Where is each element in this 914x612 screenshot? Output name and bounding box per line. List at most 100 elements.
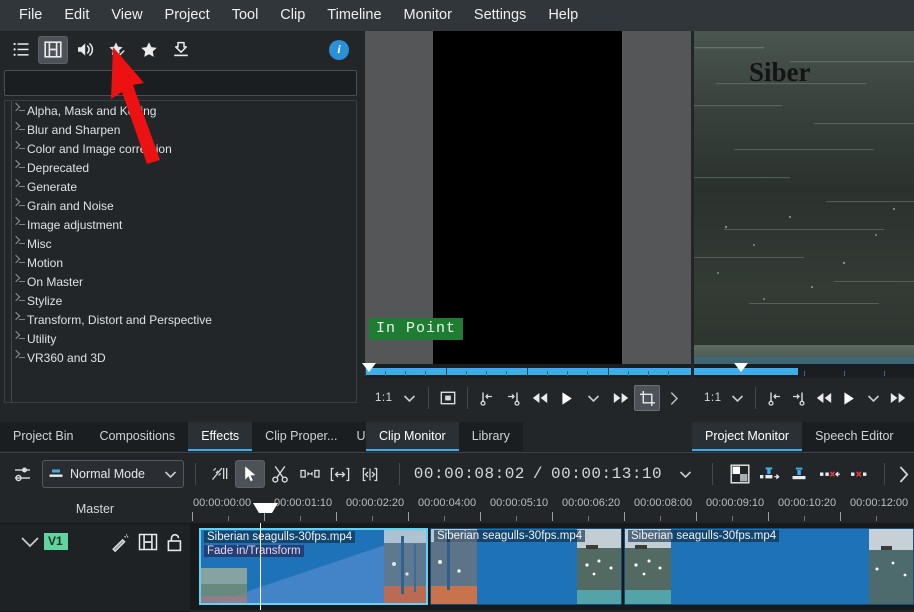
more-options-button[interactable]	[661, 385, 687, 411]
timeline-playhead-handle[interactable]	[253, 503, 278, 513]
chevron-right-icon[interactable]	[11, 272, 27, 291]
extract-zone-button[interactable]	[785, 460, 815, 488]
menu-item-timeline[interactable]: Timeline	[316, 0, 392, 31]
set-zone-out-button[interactable]	[501, 385, 527, 411]
tab-clip-properties[interactable]: Clip Proper...	[252, 422, 350, 451]
forward-button[interactable]	[886, 385, 910, 411]
chevron-right-icon[interactable]	[11, 120, 27, 139]
monitor-playhead[interactable]	[734, 363, 748, 372]
effect-category-grain-and-noise[interactable]: Grain and Noise	[5, 196, 356, 215]
menu-item-file[interactable]: File	[8, 0, 53, 31]
timeline-clip[interactable]: Siberian seagulls-30fps.mp4	[430, 528, 622, 605]
timeline-clip[interactable]: Siberian seagulls-30fps.mp4	[624, 528, 914, 605]
use-timeline-zone-button[interactable]	[205, 460, 235, 488]
master-track-label[interactable]: Master	[0, 495, 190, 524]
zoom-ratio-dropdown[interactable]	[726, 385, 750, 411]
menu-item-help[interactable]: Help	[537, 0, 589, 31]
play-button[interactable]	[837, 385, 861, 411]
project-monitor-zoom-ratio[interactable]: 1:1	[698, 392, 725, 404]
effects-search-input[interactable]	[5, 71, 356, 95]
timeline-position-timecode[interactable]: 00:00:08:02	[414, 465, 525, 483]
track-effects-wand-icon[interactable]	[110, 533, 130, 551]
chevron-right-icon[interactable]	[11, 196, 27, 215]
project-monitor-video[interactable]: Siber Siber	[694, 31, 914, 364]
chevron-right-icon[interactable]	[11, 139, 27, 158]
show-favorite-effects-button[interactable]	[134, 36, 164, 64]
tab-compositions[interactable]: Compositions	[86, 422, 188, 451]
chevron-right-icon[interactable]	[11, 310, 27, 329]
crop-tool-button[interactable]	[634, 385, 660, 411]
play-options-dropdown[interactable]	[581, 385, 607, 411]
play-button[interactable]	[554, 385, 580, 411]
tab-project-monitor[interactable]: Project Monitor	[692, 422, 802, 451]
effects-info-button[interactable]: i	[329, 40, 349, 60]
effect-category-misc[interactable]: Misc	[5, 234, 356, 253]
track-collapse-chevron-down-icon[interactable]	[18, 534, 42, 552]
chevron-right-icon[interactable]	[11, 348, 27, 367]
menu-item-clip[interactable]: Clip	[269, 0, 316, 31]
chevron-right-icon[interactable]	[11, 101, 27, 120]
set-zone-in-button[interactable]	[762, 385, 786, 411]
edit-mode-selector[interactable]: Normal Mode	[42, 460, 184, 488]
effect-category-on-master[interactable]: On Master	[5, 272, 356, 291]
effect-category-generate[interactable]: Generate	[5, 177, 356, 196]
ripple-tool-button[interactable]	[355, 460, 385, 488]
effect-category-blur-and-sharpen[interactable]: Blur and Sharpen	[5, 120, 356, 139]
effect-category-vr360-and-3d[interactable]: VR360 and 3D	[5, 348, 356, 367]
tab-speech-editor[interactable]: Speech Editor	[802, 422, 907, 451]
clip-monitor-zoom-ratio[interactable]: 1:1	[369, 392, 396, 404]
chevron-right-icon[interactable]	[11, 158, 27, 177]
chevron-right-icon[interactable]	[11, 234, 27, 253]
razor-tool-button[interactable]	[265, 460, 295, 488]
tab-effects[interactable]: Effects	[188, 422, 252, 451]
rewind-button[interactable]	[527, 385, 553, 411]
zoom-ratio-dropdown[interactable]	[397, 385, 423, 411]
effects-search-box[interactable]	[4, 70, 357, 96]
effect-category-image-adjustment[interactable]: Image adjustment	[5, 215, 356, 234]
spacer-tool-button[interactable]	[295, 460, 325, 488]
timeline-playhead[interactable]	[260, 523, 261, 610]
download-new-effects-button[interactable]	[166, 36, 196, 64]
selection-tool-button[interactable]	[235, 460, 265, 488]
show-custom-effects-button[interactable]	[102, 36, 132, 64]
toggle-mix-button[interactable]	[725, 460, 755, 488]
track-video-film-icon[interactable]	[138, 533, 158, 551]
set-zone-out-button[interactable]	[787, 385, 811, 411]
chevron-right-icon[interactable]	[11, 215, 27, 234]
tab-clip-monitor[interactable]: Clip Monitor	[366, 422, 459, 451]
effect-category-color-and-image-correction[interactable]: Color and Image correction	[5, 139, 356, 158]
slip-tool-button[interactable]	[325, 460, 355, 488]
menu-item-monitor[interactable]: Monitor	[393, 0, 463, 31]
insert-zone-button[interactable]	[755, 460, 785, 488]
forward-button[interactable]	[608, 385, 634, 411]
timeline-ruler[interactable]: 00:00:00:00 00:00:01:10 00:00:02:20 00:0…	[190, 495, 914, 524]
menu-item-project[interactable]: Project	[154, 0, 221, 31]
tab-undo-history[interactable]: U	[350, 422, 367, 451]
show-video-effects-button[interactable]	[38, 36, 68, 64]
track-header-v1[interactable]: V1	[0, 524, 190, 612]
chevron-right-icon[interactable]	[11, 253, 27, 272]
tab-project-bin[interactable]: Project Bin	[0, 422, 86, 451]
audio-mixer-button[interactable]	[8, 460, 38, 488]
menu-item-edit[interactable]: Edit	[53, 0, 100, 31]
timeline-tracks-area[interactable]: Siberian seagulls-30fps.mp4 Fade in/Tran…	[190, 523, 914, 610]
menu-item-tool[interactable]: Tool	[221, 0, 270, 31]
chevron-right-icon[interactable]	[11, 329, 27, 348]
track-name-label[interactable]: V1	[44, 533, 68, 550]
tab-library[interactable]: Library	[459, 422, 523, 451]
clip-monitor-video[interactable]: In Point	[365, 31, 691, 364]
track-unlock-icon[interactable]	[166, 533, 186, 551]
remove-space-button[interactable]	[845, 460, 875, 488]
monitor-fullscreen-button[interactable]	[435, 385, 461, 411]
timecode-dropdown-button[interactable]	[672, 461, 698, 487]
effect-category-deprecated[interactable]: Deprecated	[5, 158, 356, 177]
show-audio-effects-button[interactable]	[70, 36, 100, 64]
tab-project-notes[interactable]: Project N	[907, 422, 914, 451]
rewind-button[interactable]	[812, 385, 836, 411]
set-zone-in-button[interactable]	[474, 385, 500, 411]
clip-monitor-ruler[interactable]	[365, 364, 691, 378]
show-all-effects-button[interactable]	[6, 36, 36, 64]
effect-category-alpha-mask-and-keying[interactable]: Alpha, Mask and Keying	[5, 101, 356, 120]
lift-zone-button[interactable]	[815, 460, 845, 488]
timeline-clip[interactable]: Siberian seagulls-30fps.mp4 Fade in/Tran…	[199, 528, 428, 605]
